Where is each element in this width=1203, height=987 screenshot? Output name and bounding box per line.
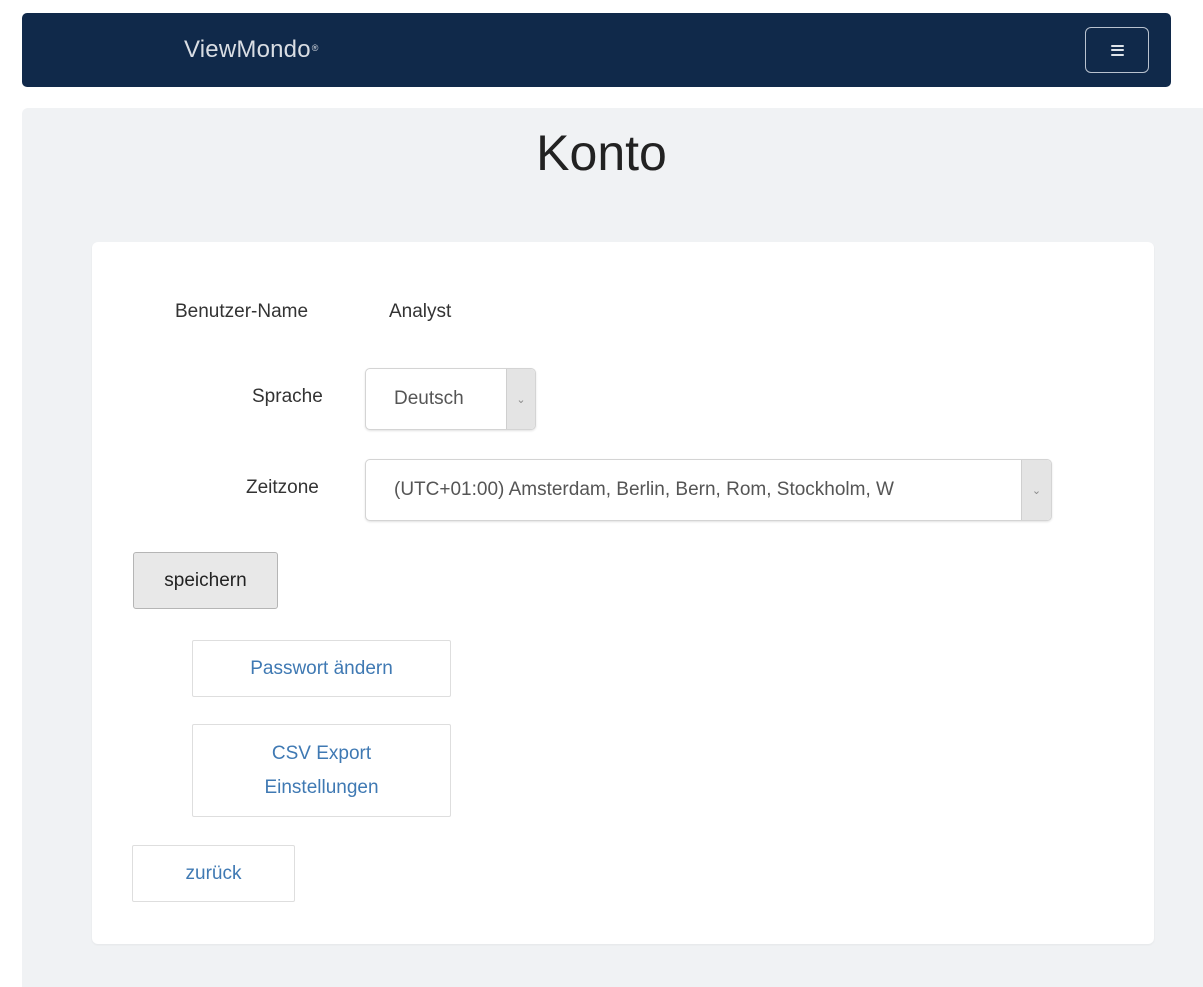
language-select[interactable]: Deutsch ⌄ — [365, 368, 536, 430]
username-label: Benutzer-Name — [175, 301, 309, 322]
timezone-select[interactable]: (UTC+01:00) Amsterdam, Berlin, Bern, Rom… — [365, 459, 1052, 521]
top-navbar: ViewMondo® — [22, 13, 1171, 87]
chevron-down-icon: ⌄ — [506, 369, 535, 429]
back-label: zurück — [185, 862, 242, 884]
menu-toggle-button[interactable] — [1085, 27, 1149, 73]
chevron-down-icon: ⌄ — [1021, 460, 1051, 520]
save-button[interactable]: speichern — [133, 552, 278, 609]
registered-mark: ® — [311, 43, 319, 53]
brand-logo[interactable]: ViewMondo® — [184, 36, 319, 64]
hamburger-menu-icon — [1110, 44, 1124, 56]
username-value: Analyst — [389, 301, 452, 322]
page-title: Konto — [536, 125, 667, 181]
csv-export-label-line2: Einstellungen — [264, 776, 379, 798]
change-password-label: Passwort ändern — [250, 657, 393, 679]
change-password-link[interactable]: Passwort ändern — [192, 640, 451, 697]
language-label: Sprache — [252, 386, 323, 407]
brand-name: ViewMondo — [184, 36, 311, 63]
back-link[interactable]: zurück — [132, 845, 295, 902]
timezone-select-value: (UTC+01:00) Amsterdam, Berlin, Bern, Rom… — [394, 479, 894, 500]
language-select-value: Deutsch — [394, 388, 464, 409]
csv-export-settings-link[interactable]: CSV Export Einstellungen — [192, 724, 451, 817]
timezone-label: Zeitzone — [246, 477, 319, 498]
csv-export-label-line1: CSV Export — [271, 742, 372, 764]
